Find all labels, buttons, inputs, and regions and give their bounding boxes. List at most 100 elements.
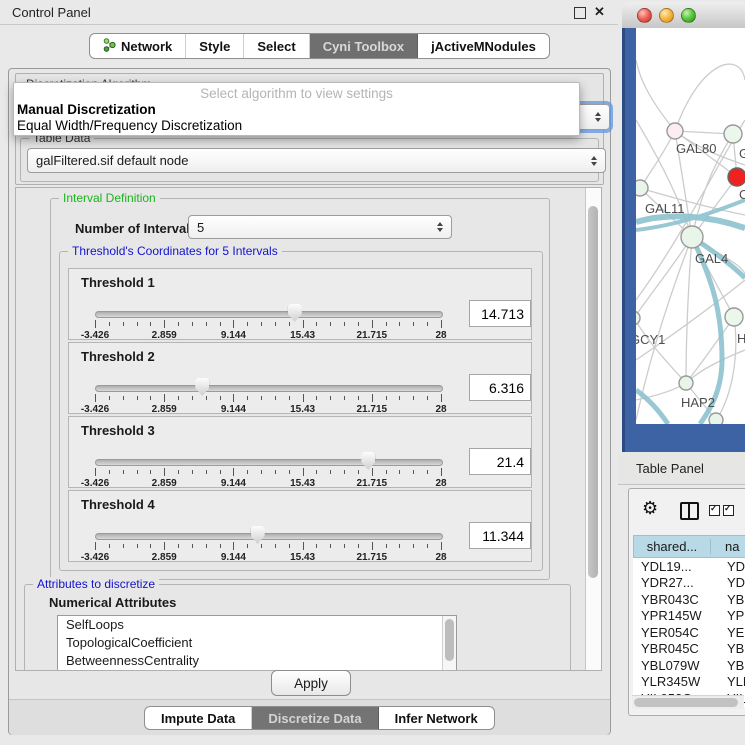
close-icon[interactable]: ✕ [594,4,605,20]
node-gal4[interactable] [681,226,703,248]
node-gal11[interactable] [636,180,648,196]
threshold-slider[interactable]: -3.4262.8599.14415.4321.71528 [95,379,441,411]
table-data-group: Table Data galFiltered.sif default node [20,138,599,182]
threshold-value-input[interactable] [469,300,531,327]
network-view-window: GAL80 G C GAL11 GAL4 GCY1 H HAP2 [622,2,745,452]
tab-network[interactable]: Network [90,34,186,58]
tick-labels: -3.4262.8599.14415.4321.71528 [95,478,441,490]
node-g[interactable] [724,125,742,143]
tab-label: Discretize Data [268,711,361,726]
slider-track[interactable] [95,459,443,466]
top-tab-bar: Network Style Select Cyni Toolbox jActiv… [89,33,550,59]
threshold-value-input[interactable] [469,374,531,401]
settings-scroll-panel: Interval Definition Number of Intervals … [15,187,602,671]
table-panel-titlebar: Table Panel [618,452,745,485]
num-intervals-combobox[interactable]: 5 [188,215,452,239]
combo-arrows-icon [437,222,443,232]
threshold-label: Threshold 2 [81,349,155,364]
tab-style[interactable]: Style [186,34,244,58]
node-table: shared... na YDL19... YDL1 YDR27... YDR2… [633,535,745,707]
interval-definition-group: Interval Definition Number of Intervals … [50,198,550,580]
threshold-value-input[interactable] [469,448,531,475]
table-row[interactable]: YBL079W YBL0 [633,657,745,674]
attributes-group: Attributes to discretize Numerical Attri… [24,584,571,671]
node-label: HAP2 [681,395,715,410]
threshold-label: Threshold 3 [81,423,155,438]
threshold-box: Threshold 1 -3.4262.8599.14415.4321.7152… [68,268,532,340]
column-header[interactable]: shared... [634,539,711,554]
num-intervals-value: 5 [197,220,204,235]
gear-icon[interactable]: ⚙ [642,498,658,519]
table-panel-title: Table Panel [636,461,704,476]
table-row[interactable]: YDL19... YDL1 [633,558,745,575]
tab-label: Network [121,39,172,54]
table-row[interactable]: YBR045C YBR0 [633,641,745,658]
node-gal80[interactable] [667,123,683,139]
slider-track[interactable] [95,385,443,392]
attributes-group-title: Attributes to discretize [33,577,159,591]
dropdown-option-manual-discretization[interactable]: Manual Discretization [14,102,582,117]
list-item[interactable]: TopologicalCoefficient [58,634,456,652]
tab-label: Style [199,39,230,54]
float-window-icon[interactable] [574,7,586,19]
dropdown-option-equal-width[interactable]: Equal Width/Frequency Discretization [14,118,582,133]
table-row[interactable]: YBR043C YBR0 [633,591,745,608]
combo-arrows-icon [591,156,597,166]
list-item[interactable]: BetweennessCentrality [58,652,456,670]
slider-track[interactable] [95,311,443,318]
threshold-slider[interactable]: -3.4262.8599.14415.4321.71528 [95,305,441,337]
node-label: C [739,187,745,202]
table-row[interactable]: YDR27... YDR2 [633,575,745,592]
table-row[interactable]: YPR145W YPR1 [633,608,745,625]
tab-label: Select [257,39,295,54]
list-scrollbar[interactable] [442,616,456,671]
tab-infer-network[interactable]: Infer Network [379,707,494,729]
node-h[interactable] [725,308,743,326]
table-row[interactable]: YLR345W YLR3 [633,674,745,691]
list-item[interactable]: SelfLoops [58,616,456,634]
dropdown-hint: Select algorithm to view settings [14,86,579,101]
threshold-label: Threshold 4 [81,497,155,512]
node-label: GAL4 [695,251,728,266]
threshold-slider[interactable]: -3.4262.8599.14415.4321.71528 [95,453,441,485]
table-row[interactable]: YER054C YER0 [633,624,745,641]
tab-cyni-toolbox[interactable]: Cyni Toolbox [310,34,418,58]
tick-labels: -3.4262.8599.14415.4321.71528 [95,404,441,416]
thresholds-group-title: Threshold's Coordinates for 5 Intervals [68,244,282,258]
close-traffic-light[interactable] [637,8,652,23]
node-partial[interactable] [709,413,723,424]
panel-scrollbar[interactable] [585,188,601,670]
network-icon [103,38,116,55]
table-horizontal-scrollbar[interactable] [632,695,744,709]
node-red[interactable] [728,168,745,186]
column-selector-icon[interactable] [680,502,699,520]
table-header-row: shared... na [633,535,745,558]
tick-scale [95,542,441,552]
tab-discretize-data[interactable]: Discretize Data [252,707,378,729]
control-panel-title: Control Panel [12,5,91,20]
numerical-attributes-label: Numerical Attributes [49,595,176,610]
tab-label: Cyni Toolbox [323,39,404,54]
checkbox-icon[interactable] [709,505,720,516]
threshold-slider[interactable]: -3.4262.8599.14415.4321.71528 [95,527,441,559]
column-header[interactable]: na [711,539,739,554]
zoom-traffic-light[interactable] [681,8,696,23]
tab-impute-data[interactable]: Impute Data [145,707,252,729]
tab-jactivemnodules[interactable]: jActiveMNodules [418,34,549,58]
node-gcy1[interactable] [636,311,640,325]
algorithm-dropdown-popup: Select algorithm to view settings Manual… [13,82,580,136]
minimize-traffic-light[interactable] [659,8,674,23]
slider-track[interactable] [95,533,443,540]
threshold-value-input[interactable] [469,522,531,549]
table-data-combobox[interactable]: galFiltered.sif default node [27,148,606,173]
cyni-panel: Discretization Algorithm Table Data galF… [8,68,611,735]
checkbox-icon[interactable] [723,505,734,516]
tick-labels: -3.4262.8599.14415.4321.71528 [95,330,441,342]
network-canvas[interactable]: GAL80 G C GAL11 GAL4 GCY1 H HAP2 [636,28,745,424]
node-label: H [737,331,745,346]
tab-select[interactable]: Select [244,34,309,58]
apply-button[interactable]: Apply [271,670,351,696]
network-window-titlebar [622,2,745,29]
node-hap2[interactable] [679,376,693,390]
table-panel-window: ⚙ shared... na YDL19... YDL1 YDR27... YD… [628,488,745,716]
